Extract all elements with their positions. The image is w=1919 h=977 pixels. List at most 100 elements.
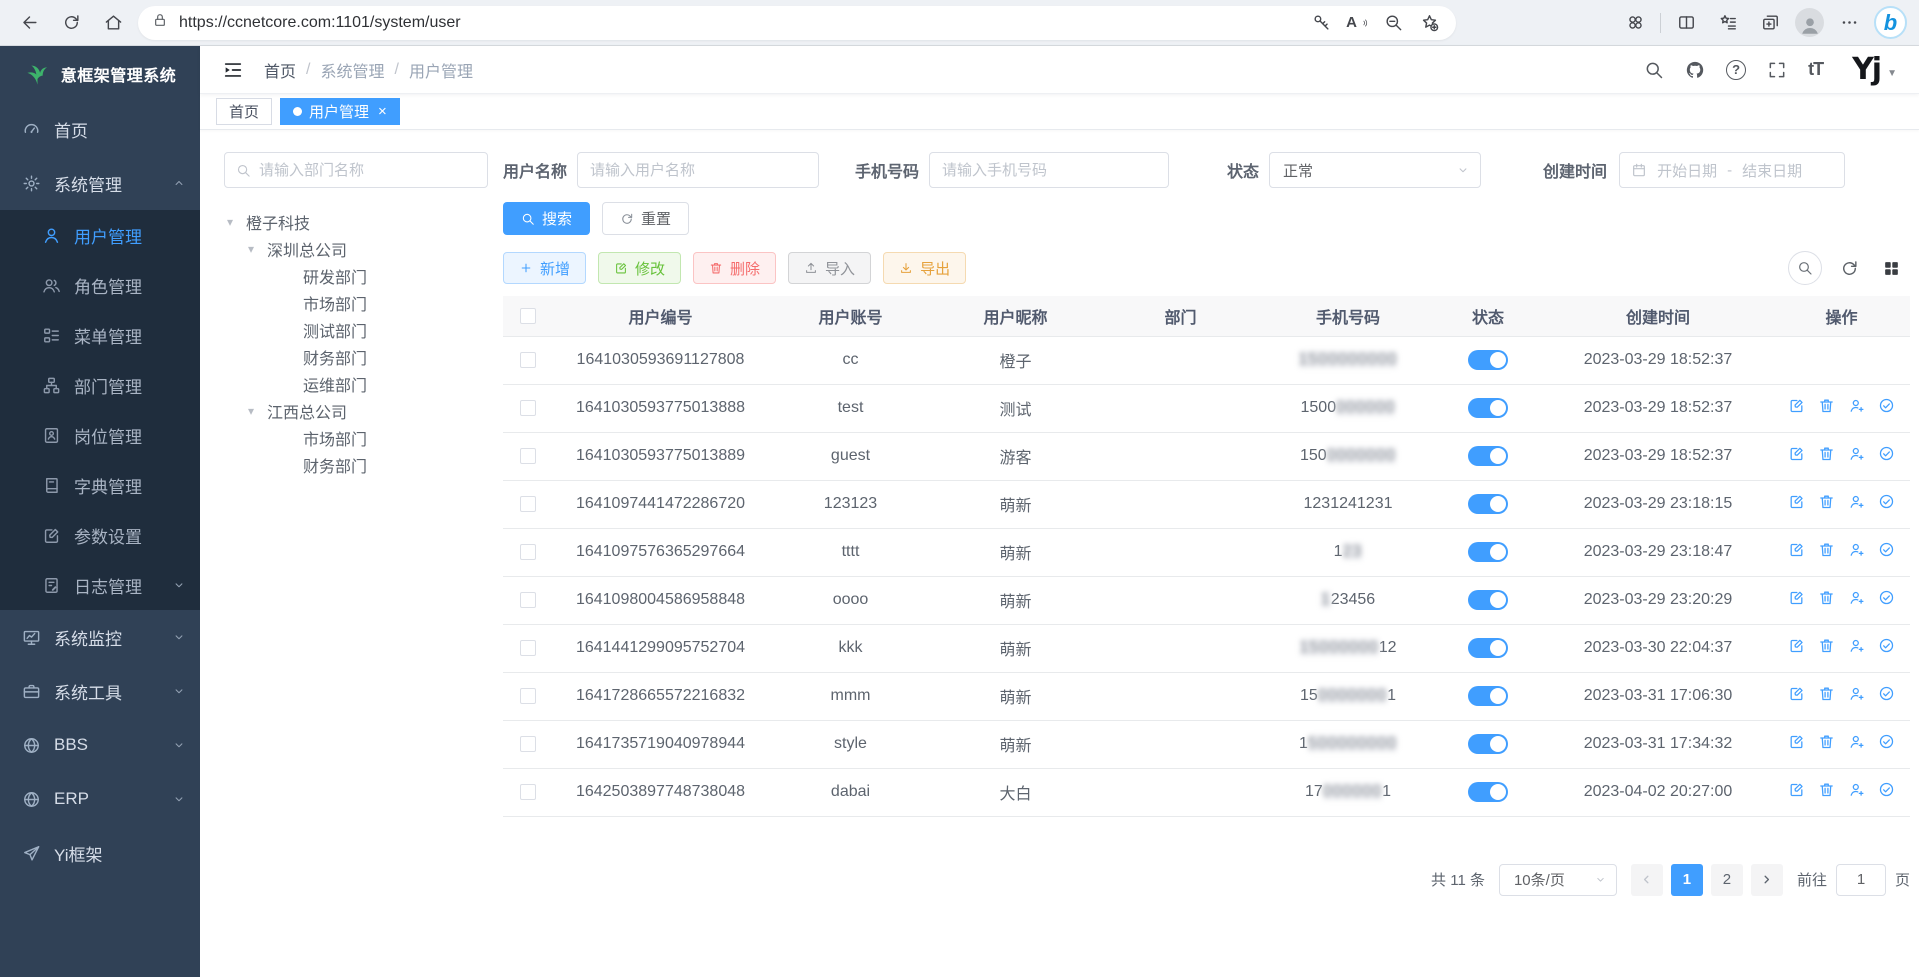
tab-home[interactable]: 首页 [216, 98, 272, 125]
row-assign-role-button[interactable] [1878, 685, 1895, 702]
tree-node[interactable]: 财务部门 [224, 451, 503, 478]
sidebar-item-system-monitor[interactable]: 系统监控 [0, 610, 200, 664]
status-toggle[interactable] [1468, 494, 1508, 514]
row-checkbox[interactable] [520, 352, 536, 368]
browser-back-icon[interactable] [12, 6, 46, 40]
font-size-icon[interactable]: tT [1808, 59, 1823, 80]
search-button[interactable]: 搜索 [503, 202, 590, 235]
github-icon[interactable] [1685, 60, 1705, 80]
status-toggle[interactable] [1468, 542, 1508, 562]
tree-node[interactable]: 测试部门 [224, 316, 503, 343]
table-row[interactable]: 1641030593775013888 test 测试 1500000000 2… [503, 384, 1910, 432]
sidebar-item-system-tools[interactable]: 系统工具 [0, 664, 200, 718]
sidebar-item-system-mgmt[interactable]: 系统管理 [0, 156, 200, 210]
browser-profile-avatar[interactable] [1795, 8, 1824, 37]
favorites-bar-icon[interactable] [1711, 6, 1745, 40]
row-edit-button[interactable] [1788, 445, 1805, 462]
app-logo[interactable]: 意框架管理系统 [0, 46, 200, 102]
row-delete-button[interactable] [1818, 541, 1835, 558]
tree-node[interactable]: 市场部门 [224, 289, 503, 316]
user-avatar-logo[interactable]: Yj [1852, 55, 1880, 85]
show-search-toggle-button[interactable] [1788, 251, 1822, 285]
browser-refresh-icon[interactable] [54, 6, 88, 40]
table-row[interactable]: 1641097441472286720 123123 萌新 1231241231… [503, 480, 1910, 528]
row-checkbox[interactable] [520, 448, 536, 464]
row-reset-password-button[interactable] [1848, 445, 1865, 462]
status-toggle[interactable] [1468, 686, 1508, 706]
row-delete-button[interactable] [1818, 685, 1835, 702]
sidebar-item-dept-mgmt[interactable]: 部门管理 [0, 360, 200, 410]
row-assign-role-button[interactable] [1878, 397, 1895, 414]
sidebar-item-post-mgmt[interactable]: 岗位管理 [0, 410, 200, 460]
row-reset-password-button[interactable] [1848, 685, 1865, 702]
help-icon[interactable]: ? [1726, 60, 1746, 80]
browser-home-icon[interactable] [96, 6, 130, 40]
tree-node[interactable]: 市场部门 [224, 424, 503, 451]
tree-node[interactable]: 财务部门 [224, 343, 503, 370]
extensions-icon[interactable] [1618, 6, 1652, 40]
sidebar-item-home[interactable]: 首页 [0, 102, 200, 156]
row-reset-password-button[interactable] [1848, 397, 1865, 414]
row-reset-password-button[interactable] [1848, 781, 1865, 798]
sidebar-item-yi-framework[interactable]: Yi框架 [0, 826, 200, 880]
page-size-select[interactable]: 10条/页 [1499, 864, 1617, 896]
status-toggle[interactable] [1468, 398, 1508, 418]
tree-node[interactable]: ▾ 深圳总公司 [224, 235, 503, 262]
row-assign-role-button[interactable] [1878, 733, 1895, 750]
row-edit-button[interactable] [1788, 637, 1805, 654]
user-dropdown-caret-icon[interactable]: ▼ [1887, 68, 1897, 79]
row-checkbox[interactable] [520, 592, 536, 608]
sidebar-item-menu-mgmt[interactable]: 菜单管理 [0, 310, 200, 360]
row-delete-button[interactable] [1818, 733, 1835, 750]
dept-search-input[interactable] [259, 162, 476, 179]
zoom-out-icon[interactable] [1378, 8, 1408, 38]
username-input[interactable] [577, 152, 819, 188]
status-toggle[interactable] [1468, 590, 1508, 610]
page-button-2[interactable]: 2 [1711, 864, 1743, 896]
reset-button[interactable]: 重置 [602, 202, 689, 235]
row-delete-button[interactable] [1818, 589, 1835, 606]
status-toggle[interactable] [1468, 782, 1508, 802]
tree-node[interactable]: 研发部门 [224, 262, 503, 289]
row-reset-password-button[interactable] [1848, 589, 1865, 606]
row-reset-password-button[interactable] [1848, 733, 1865, 750]
breadcrumb-system[interactable]: 系统管理 [320, 58, 384, 82]
tree-node[interactable]: ▾ 橙子科技 [224, 208, 503, 235]
column-settings-button[interactable] [1876, 253, 1906, 283]
row-checkbox[interactable] [520, 784, 536, 800]
row-assign-role-button[interactable] [1878, 781, 1895, 798]
row-reset-password-button[interactable] [1848, 541, 1865, 558]
sidebar-item-log-mgmt[interactable]: 日志管理 [0, 560, 200, 610]
select-all-checkbox[interactable] [520, 308, 536, 324]
table-row[interactable]: 1641097576365297664 tttt 萌新 123 2023-03-… [503, 528, 1910, 576]
sidebar-collapse-icon[interactable] [214, 51, 252, 89]
more-menu-icon[interactable] [1832, 6, 1866, 40]
row-edit-button[interactable] [1788, 685, 1805, 702]
edit-button[interactable]: 修改 [598, 252, 681, 284]
created-date-range[interactable]: 开始日期 - 结束日期 [1619, 152, 1845, 188]
sidebar-item-bbs[interactable]: BBS [0, 718, 200, 772]
tree-node[interactable]: ▾ 江西总公司 [224, 397, 503, 424]
status-select[interactable]: 正常 [1269, 152, 1481, 188]
row-assign-role-button[interactable] [1878, 445, 1895, 462]
row-checkbox[interactable] [520, 496, 536, 512]
tree-node[interactable]: 运维部门 [224, 370, 503, 397]
status-toggle[interactable] [1468, 734, 1508, 754]
fullscreen-icon[interactable] [1767, 60, 1787, 80]
table-row[interactable]: 1641030593775013889 guest 游客 1500000000 … [503, 432, 1910, 480]
read-aloud-icon[interactable]: A [1342, 8, 1372, 38]
table-row[interactable]: 1641030593691127808 cc 橙子 1500000000 202… [503, 336, 1910, 384]
date-end-placeholder[interactable]: 结束日期 [1742, 160, 1802, 181]
date-start-placeholder[interactable]: 开始日期 [1657, 160, 1717, 181]
row-reset-password-button[interactable] [1848, 493, 1865, 510]
sidebar-item-dict-mgmt[interactable]: 字典管理 [0, 460, 200, 510]
breadcrumb-home[interactable]: 首页 [264, 58, 296, 82]
row-edit-button[interactable] [1788, 397, 1805, 414]
goto-page-input[interactable] [1836, 864, 1886, 896]
prev-page-button[interactable] [1631, 864, 1663, 896]
favorite-star-icon[interactable] [1414, 8, 1444, 38]
sidebar-item-role-mgmt[interactable]: 角色管理 [0, 260, 200, 310]
url-bar[interactable]: https://ccnetcore.com:1101/system/user A [138, 6, 1456, 40]
row-assign-role-button[interactable] [1878, 637, 1895, 654]
password-key-icon[interactable] [1306, 8, 1336, 38]
